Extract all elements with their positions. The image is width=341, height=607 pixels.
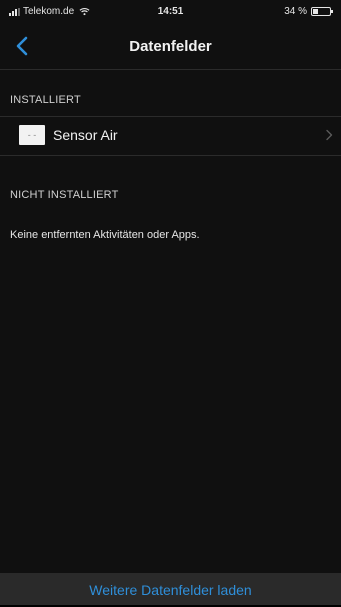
list-item-label: Sensor Air xyxy=(53,127,118,143)
nav-divider xyxy=(0,69,341,70)
list-item-sensor-air[interactable]: - - Sensor Air xyxy=(0,117,341,154)
battery-percent: 34 % xyxy=(284,6,307,17)
status-bar: Telekom.de 14:51 34 % xyxy=(0,0,341,24)
nav-bar: Datenfelder xyxy=(0,26,341,66)
chevron-right-icon xyxy=(326,129,333,141)
status-right: 34 % xyxy=(284,6,333,17)
section-header-installed: INSTALLIERT xyxy=(10,94,81,106)
data-field-thumbnail-icon: - - xyxy=(19,125,45,145)
footer-bar: Weitere Datenfelder laden xyxy=(0,573,341,605)
battery-fill xyxy=(313,9,318,14)
page-title: Datenfelder xyxy=(129,38,212,55)
battery-icon xyxy=(311,7,333,16)
section-header-not-installed: NICHT INSTALLIERT xyxy=(10,189,119,201)
load-more-data-fields-button[interactable]: Weitere Datenfelder laden xyxy=(0,573,341,605)
empty-message: Keine entfernten Aktivitäten oder Apps. xyxy=(10,229,200,241)
row-divider xyxy=(0,155,341,156)
screen: Telekom.de 14:51 34 % Datenfelder INSTAL… xyxy=(0,0,341,605)
